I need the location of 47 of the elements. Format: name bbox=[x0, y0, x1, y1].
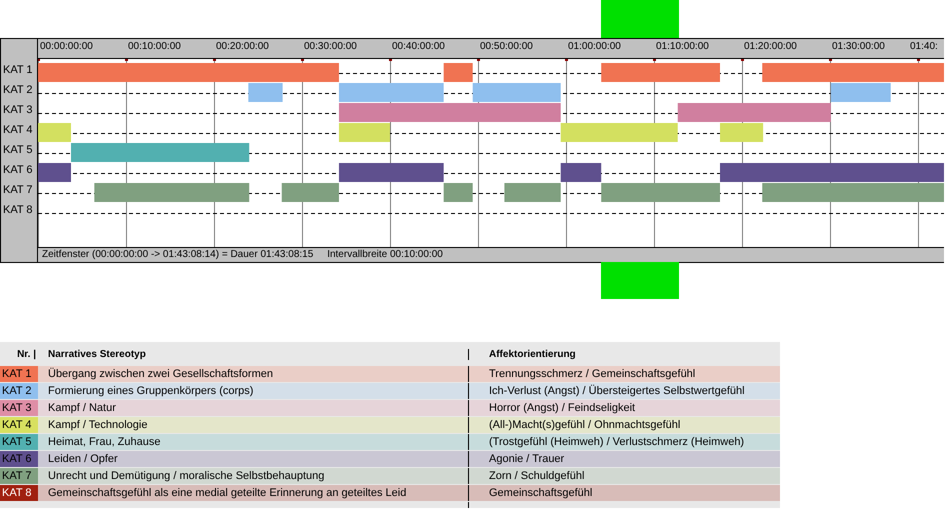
table-cell: Gemeinschaftsgefühl bbox=[468, 485, 780, 501]
tick-label: 00:30:00:00 bbox=[304, 41, 357, 52]
table-cell: (Trostgefühl (Heimweh) / Verlustschmerz (Heimweh) bbox=[468, 434, 780, 450]
category-badge: KAT 4 bbox=[0, 417, 38, 433]
tick-label: 00:40:00:00 bbox=[392, 41, 445, 52]
tick-label: 00:00:00:00 bbox=[40, 41, 93, 52]
table-cell: Formierung eines Gruppenkörpers (corps) bbox=[38, 383, 468, 399]
category-badge: KAT 7 bbox=[0, 468, 38, 484]
tick-label: 01:10:00:00 bbox=[656, 41, 709, 52]
category-badge: KAT 3 bbox=[0, 400, 38, 416]
tick-label: 01:30:00:00 bbox=[832, 41, 885, 52]
table-cell: Übergang zwischen zwei Gesellschaftsformen bbox=[38, 366, 468, 382]
category-badge: KAT 2 bbox=[0, 383, 38, 399]
table-cell: Ich-Verlust (Angst) / Übersteigertes Selbstwertgefühl bbox=[468, 383, 780, 399]
column-header: Nr. | bbox=[16, 348, 37, 360]
column-header: Affektorientierung bbox=[468, 348, 780, 360]
row-label: KAT 7 bbox=[2, 183, 34, 198]
table-cell: Agonie / Trauer bbox=[468, 451, 780, 467]
row-label: KAT 2 bbox=[2, 83, 34, 98]
tick-label: 01:20:00:00 bbox=[744, 41, 797, 52]
table-cell: (All-)Macht(s)gefühl / Ohnmachtsgefühl bbox=[468, 417, 780, 433]
row-label: KAT 4 bbox=[2, 123, 34, 138]
tick-label: 00:50:00:00 bbox=[480, 41, 533, 52]
category-badge: KAT 1 bbox=[0, 366, 38, 382]
tick-label: 00:10:00:00 bbox=[128, 41, 181, 52]
table-cell: Horror (Angst) / Feindseligkeit bbox=[468, 400, 780, 416]
category-badge: KAT 8 bbox=[0, 485, 38, 501]
table-cell: Kampf / Natur bbox=[38, 400, 468, 416]
tick-label: 01:00:00:00 bbox=[568, 41, 621, 52]
table-cell: Unrecht und Demütigung / moralische Selbstbehauptung bbox=[38, 468, 468, 484]
table-cell: Kampf / Technologie bbox=[38, 417, 468, 433]
row-label: KAT 8 bbox=[2, 203, 34, 218]
table-cell: Trennungsschmerz / Gemeinschaftsgefühl bbox=[468, 366, 780, 382]
status-text: Zeitfenster (00:00:00:00 -> 01:43:08:14) = Dauer 01:43:08:15 Intervallbreite 00:10:00:00 bbox=[42, 249, 443, 260]
table-cell: Gemeinschaftsgefühl als eine medial geteilte Erinnerung an geteiltes Leid bbox=[38, 485, 468, 501]
category-badge: KAT 6 bbox=[0, 451, 38, 467]
row-label: KAT 3 bbox=[2, 103, 34, 118]
table-cell: Heimat, Frau, Zuhause bbox=[38, 434, 468, 450]
tick-label: 00:20:00:00 bbox=[216, 41, 269, 52]
category-badge: KAT 5 bbox=[0, 434, 38, 450]
column-header: Narratives Stereotyp bbox=[47, 348, 147, 360]
tick-label: 01:40: bbox=[910, 41, 938, 52]
row-label: KAT 6 bbox=[2, 163, 34, 178]
table-cell: Zorn / Schuldgefühl bbox=[468, 468, 780, 484]
row-label: KAT 5 bbox=[2, 143, 34, 158]
table-cell: Leiden / Opfer bbox=[38, 451, 468, 467]
row-label: KAT 1 bbox=[2, 63, 34, 78]
